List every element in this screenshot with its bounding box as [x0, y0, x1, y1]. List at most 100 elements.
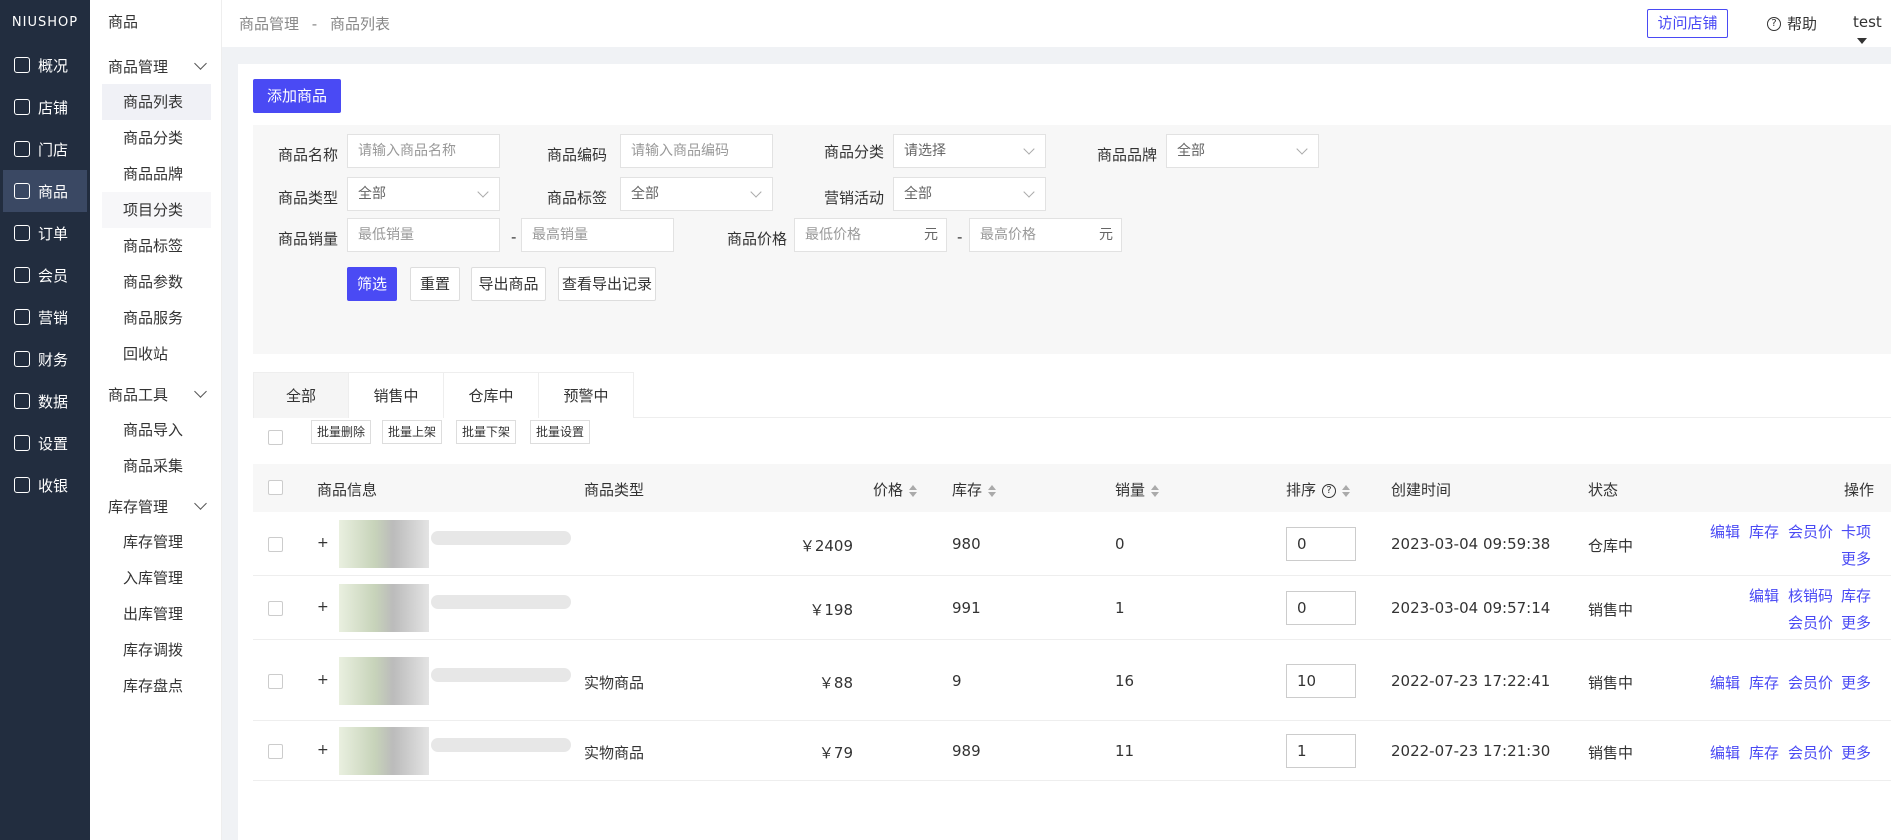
- col-sales[interactable]: 销量: [1115, 479, 1160, 500]
- promotion-select[interactable]: 全部: [893, 177, 1046, 211]
- min-sales-input[interactable]: 最低销量: [347, 218, 500, 252]
- op-link-1[interactable]: 库存: [1749, 742, 1779, 763]
- cashier-icon: [14, 477, 30, 493]
- tab-in-stock[interactable]: 仓库中: [443, 372, 539, 418]
- op-link-3[interactable]: 更多: [1841, 672, 1871, 693]
- row-checkbox[interactable]: [268, 744, 283, 759]
- sub-nav-item[interactable]: 商品品牌: [90, 156, 221, 192]
- op-link-2[interactable]: 会员价: [1788, 521, 1833, 542]
- op-link-4[interactable]: 更多: [1841, 548, 1871, 569]
- nav-item-9[interactable]: 设置: [0, 422, 90, 464]
- sub-nav-item[interactable]: 商品列表: [102, 84, 211, 120]
- help-link[interactable]: ? 帮助: [1767, 13, 1817, 34]
- row-checkbox[interactable]: [268, 674, 283, 689]
- op-link-3[interactable]: 更多: [1841, 742, 1871, 763]
- tab-on-sale[interactable]: 销售中: [348, 372, 444, 418]
- sub-nav-item[interactable]: 商品标签: [90, 228, 221, 264]
- nav-item-0[interactable]: 概况: [0, 44, 90, 86]
- nav-item-5[interactable]: 会员: [0, 254, 90, 296]
- op-link-1[interactable]: 库存: [1749, 521, 1779, 542]
- op-link-4[interactable]: 更多: [1841, 612, 1871, 633]
- col-price[interactable]: 价格: [873, 479, 918, 500]
- op-link-2[interactable]: 库存: [1841, 585, 1871, 606]
- bulk-settings-button[interactable]: 批量设置: [530, 420, 591, 444]
- breadcrumb-item[interactable]: 商品管理: [239, 15, 299, 33]
- expand-icon[interactable]: +: [317, 535, 329, 551]
- sub-nav-item[interactable]: 回收站: [90, 336, 221, 372]
- add-goods-button[interactable]: 添加商品: [253, 79, 341, 113]
- sub-nav-item[interactable]: 商品采集: [90, 448, 221, 484]
- tab-all[interactable]: 全部: [253, 372, 349, 418]
- sub-nav-item[interactable]: 项目分类: [102, 192, 211, 228]
- category-select[interactable]: 请选择: [893, 134, 1046, 168]
- tab-warning[interactable]: 预警中: [538, 372, 634, 418]
- sub-nav-group[interactable]: 商品管理: [90, 48, 221, 84]
- nav-item-1[interactable]: 店铺: [0, 86, 90, 128]
- op-link-3[interactable]: 会员价: [1788, 612, 1833, 633]
- sub-nav-group[interactable]: 商品工具: [90, 376, 221, 412]
- sub-nav-item[interactable]: 库存调拨: [90, 632, 221, 668]
- sort-order-input[interactable]: 10: [1286, 664, 1356, 698]
- nav-item-4[interactable]: 订单: [0, 212, 90, 254]
- sub-nav-item[interactable]: 商品参数: [90, 264, 221, 300]
- sub-nav-item[interactable]: 入库管理: [90, 560, 221, 596]
- nav-item-2[interactable]: 门店: [0, 128, 90, 170]
- brand-select[interactable]: 全部: [1166, 134, 1319, 168]
- nav-item-10[interactable]: 收银: [0, 464, 90, 506]
- nav-item-8[interactable]: 数据: [0, 380, 90, 422]
- nav-item-7[interactable]: 财务: [0, 338, 90, 380]
- select-all-checkbox[interactable]: [268, 430, 283, 445]
- nav-item-3[interactable]: 商品: [3, 170, 87, 212]
- max-price-input[interactable]: 最高价格 元: [969, 218, 1122, 252]
- op-link-0[interactable]: 编辑: [1749, 585, 1779, 606]
- sort-order-input[interactable]: 1: [1286, 734, 1356, 768]
- expand-icon[interactable]: +: [317, 672, 329, 688]
- sub-nav-item[interactable]: 库存盘点: [90, 668, 221, 704]
- op-link-1[interactable]: 核销码: [1788, 585, 1833, 606]
- sub-nav-item[interactable]: 出库管理: [90, 596, 221, 632]
- op-link-1[interactable]: 库存: [1749, 672, 1779, 693]
- tag-select[interactable]: 全部: [620, 177, 773, 211]
- goods-icon: [14, 183, 30, 199]
- op-link-2[interactable]: 会员价: [1788, 672, 1833, 693]
- col-status: 状态: [1588, 481, 1619, 499]
- goods-code-input[interactable]: 请输入商品编码: [620, 134, 773, 168]
- type-select[interactable]: 全部: [347, 177, 500, 211]
- col-info: 商品信息: [317, 481, 378, 499]
- export-log-button[interactable]: 查看导出记录: [558, 267, 656, 301]
- col-sort[interactable]: 排序?: [1286, 479, 1351, 500]
- sub-nav-item[interactable]: 商品导入: [90, 412, 221, 448]
- col-stock[interactable]: 库存: [952, 479, 997, 500]
- min-price-input[interactable]: 最低价格 元: [794, 218, 947, 252]
- header-checkbox[interactable]: [268, 480, 283, 495]
- product-status: 销售中: [1588, 674, 1634, 692]
- sub-nav-group[interactable]: 库存管理: [90, 488, 221, 524]
- sub-nav-item[interactable]: 库存管理: [90, 524, 221, 560]
- export-button[interactable]: 导出商品: [471, 267, 546, 301]
- reset-button[interactable]: 重置: [410, 267, 460, 301]
- op-link-0[interactable]: 编辑: [1710, 521, 1740, 542]
- sub-nav-item[interactable]: 商品分类: [90, 120, 221, 156]
- row-checkbox[interactable]: [268, 601, 283, 616]
- expand-icon[interactable]: +: [317, 599, 329, 615]
- sort-order-input[interactable]: 0: [1286, 527, 1356, 561]
- sort-order-input[interactable]: 0: [1286, 591, 1356, 625]
- sub-nav-item[interactable]: 商品服务: [90, 300, 221, 336]
- created-time: 2023-03-04 09:57:14: [1391, 599, 1551, 617]
- op-link-0[interactable]: 编辑: [1710, 672, 1740, 693]
- expand-icon[interactable]: +: [317, 742, 329, 758]
- visit-store-button[interactable]: 访问店铺: [1647, 9, 1728, 38]
- bulk-delete-button[interactable]: 批量删除: [311, 420, 372, 444]
- goods-name-input[interactable]: 请输入商品名称: [347, 134, 500, 168]
- nav-item-6[interactable]: 营销: [0, 296, 90, 338]
- bulk-on-shelf-button[interactable]: 批量上架: [382, 420, 443, 444]
- op-link-0[interactable]: 编辑: [1710, 742, 1740, 763]
- bulk-off-shelf-button[interactable]: 批量下架: [456, 420, 517, 444]
- row-checkbox[interactable]: [268, 537, 283, 552]
- max-sales-input[interactable]: 最高销量: [521, 218, 674, 252]
- op-link-2[interactable]: 会员价: [1788, 742, 1833, 763]
- op-link-3[interactable]: 卡项: [1841, 521, 1871, 542]
- product-price: ￥79: [818, 744, 853, 762]
- user-menu[interactable]: test: [1853, 13, 1891, 49]
- filter-button[interactable]: 筛选: [347, 267, 397, 301]
